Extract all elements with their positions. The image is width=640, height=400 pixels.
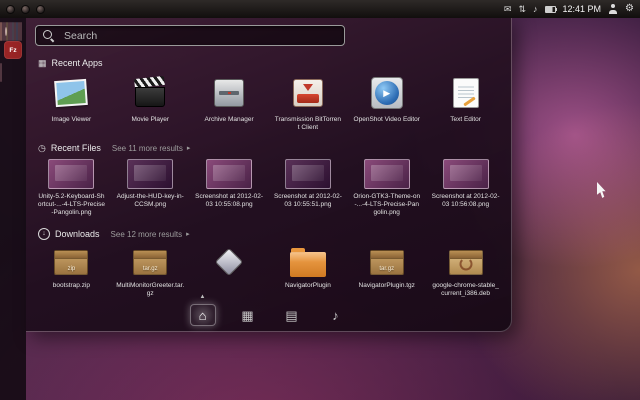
music-note-icon: ♪ [332, 309, 339, 322]
download-item-multimonitorgreeter[interactable]: tar.gz MultiMonitorGreeter.tar.gz [111, 245, 190, 297]
clock[interactable]: 12:41 PM [563, 4, 602, 14]
launcher-item-filezilla[interactable]: Fz [4, 41, 22, 59]
download-item-package[interactable] [190, 245, 269, 297]
file-thumbnail [443, 159, 489, 189]
app-item-movie-player[interactable]: Movie Player [111, 73, 190, 131]
top-panel: ✉ ⇅ ♪ 12:41 PM ⚙ [0, 0, 640, 18]
lens-files[interactable]: ▤ [280, 305, 304, 325]
search-bar[interactable] [35, 25, 345, 46]
downloads-header: ↓ Downloads See 12 more results ▸ [38, 228, 499, 240]
play-icon: ▶ [383, 88, 390, 99]
deb-box-icon [449, 250, 483, 275]
recent-apps-row: Image Viewer Movie Player Archive Manage… [26, 73, 511, 131]
transmission-icon [293, 79, 323, 107]
launcher-item-13[interactable] [0, 63, 2, 82]
download-item-bootstrap-zip[interactable]: zip bootstrap.zip [32, 245, 111, 297]
file-thumbnail [364, 159, 410, 189]
downloads-icon: ↓ [38, 228, 50, 240]
file-thumbnail [206, 159, 252, 189]
search-input[interactable] [62, 29, 337, 43]
lens-applications[interactable]: ▦ [236, 305, 260, 325]
lens-music[interactable]: ♪ [324, 305, 348, 325]
session-gear-icon[interactable]: ⚙ [625, 4, 634, 14]
folder-icon [290, 252, 326, 277]
recent-files-title: Recent Files [51, 143, 101, 153]
close-button[interactable] [6, 5, 15, 14]
see-more-downloads[interactable]: See 12 more results ▸ [111, 230, 190, 239]
file-thumbnail [48, 159, 94, 189]
recent-files-row: Unity-5.2-Keyboard-Shortcut-...-4-LTS-Pr… [26, 158, 511, 216]
launcher-item-11[interactable] [20, 22, 22, 41]
battery-icon[interactable] [545, 6, 556, 13]
messages-icon[interactable]: ✉ [504, 5, 512, 14]
file-item-6[interactable]: Screenshot at 2012-02-03 10:56:08.png [426, 158, 505, 216]
network-icon[interactable]: ⇅ [518, 5, 526, 14]
recent-apps-icon: ▦ [38, 59, 47, 68]
targz-box-icon: tar.gz [133, 250, 167, 275]
download-item-navigatorplugin-folder[interactable]: NavigatorPlugin [269, 245, 348, 297]
up-arrow-icon: ▲ [200, 294, 206, 300]
search-icon [43, 30, 55, 42]
app-item-text-editor[interactable]: Text Editor [426, 73, 505, 131]
apps-grid-icon: ▦ [241, 309, 253, 322]
more-arrow-icon: ▸ [186, 230, 190, 238]
unity-launcher: Fz [0, 18, 26, 400]
downloads-row: zip bootstrap.zip tar.gz MultiMonitorGre… [26, 245, 511, 297]
see-more-files[interactable]: See 11 more results ▸ [112, 144, 191, 153]
recent-files-icon: ◷ [38, 144, 46, 153]
download-item-navigatorplugin-tgz[interactable]: tar.gz NavigatorPlugin.tgz [347, 245, 426, 297]
maximize-button[interactable] [36, 5, 45, 14]
archive-manager-icon [214, 79, 244, 107]
window-controls [6, 5, 45, 14]
app-item-image-viewer[interactable]: Image Viewer [32, 73, 111, 131]
file-thumbnail [127, 159, 173, 189]
dash: ▦ Recent Apps Image Viewer Movie Player … [26, 18, 512, 332]
file-item-1[interactable]: Unity-5.2-Keyboard-Shortcut-...-4-LTS-Pr… [32, 158, 111, 216]
movie-player-icon [135, 79, 165, 107]
file-item-5[interactable]: Orion-GTK3-Theme-on-...-4-LTS-Precise-Pa… [347, 158, 426, 216]
document-icon: ▤ [285, 309, 297, 322]
indicator-area: ✉ ⇅ ♪ 12:41 PM ⚙ [504, 4, 634, 14]
zip-box-icon: zip [54, 250, 88, 275]
app-item-transmission[interactable]: Transmission BitTorrent Client [269, 73, 348, 131]
lens-bar: ▲ ⌂ ▦ ▤ ♪ [190, 304, 348, 326]
minimize-button[interactable] [21, 5, 30, 14]
app-item-archive-manager[interactable]: Archive Manager [190, 73, 269, 131]
recent-apps-header: ▦ Recent Apps [38, 58, 499, 68]
download-item-google-chrome-deb[interactable]: google-chrome-stable_current_i386.deb [426, 245, 505, 297]
lens-home[interactable]: ▲ ⌂ [190, 304, 216, 326]
file-thumbnail [285, 159, 331, 189]
more-arrow-icon: ▸ [187, 144, 191, 152]
downloads-title: Downloads [55, 229, 100, 239]
user-menu-icon[interactable] [608, 4, 618, 14]
image-viewer-icon [55, 79, 89, 107]
openshot-icon: ▶ [371, 77, 403, 109]
file-item-4[interactable]: Screenshot at 2012-02-03 10:55:51.png [269, 158, 348, 216]
text-editor-icon [453, 78, 479, 108]
file-item-2[interactable]: Adjust-the-HUD-key-in-CCSM.png [111, 158, 190, 216]
recent-files-header: ◷ Recent Files See 11 more results ▸ [38, 143, 499, 153]
file-item-3[interactable]: Screenshot at 2012-02-03 10:55:08.png [190, 158, 269, 216]
recent-apps-title: Recent Apps [52, 58, 103, 68]
volume-icon[interactable]: ♪ [533, 5, 538, 14]
home-icon: ⌂ [199, 309, 207, 322]
package-diamond-icon [215, 248, 243, 276]
app-item-openshot[interactable]: ▶ OpenShot Video Editor [347, 73, 426, 131]
targz-box-icon: tar.gz [370, 250, 404, 275]
